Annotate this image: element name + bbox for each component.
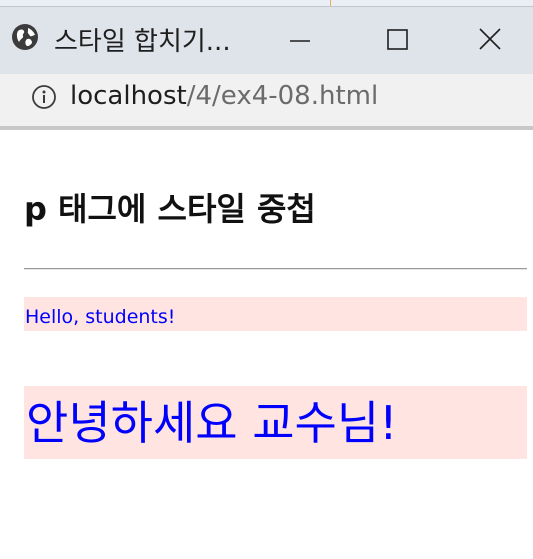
minimize-icon[interactable] [280,19,320,59]
tab-title[interactable]: 스타일 합치기... [54,21,231,58]
browser-window: 스타일 합치기... localhost/4/ex4-08.html p 태그에… [0,0,533,559]
horizontal-rule [24,268,527,270]
page-content: p 태그에 스타일 중첩 Hello, students! 안녕하세요 교수님! [0,130,533,559]
maximize-icon[interactable] [378,19,418,59]
info-icon[interactable] [31,84,57,110]
url-host: localhost [70,81,187,111]
page-heading: p 태그에 스타일 중첩 [24,190,316,228]
paragraph-large: 안녕하세요 교수님! [24,386,527,459]
close-icon[interactable] [470,19,510,59]
title-bar[interactable]: 스타일 합치기... [0,6,533,75]
globe-icon [12,24,38,50]
url-path: /4/ex4-08.html [186,81,379,111]
address-bar[interactable]: localhost/4/ex4-08.html [0,74,533,126]
url-text[interactable]: localhost/4/ex4-08.html [70,81,378,111]
paragraph-small: Hello, students! [24,297,527,331]
